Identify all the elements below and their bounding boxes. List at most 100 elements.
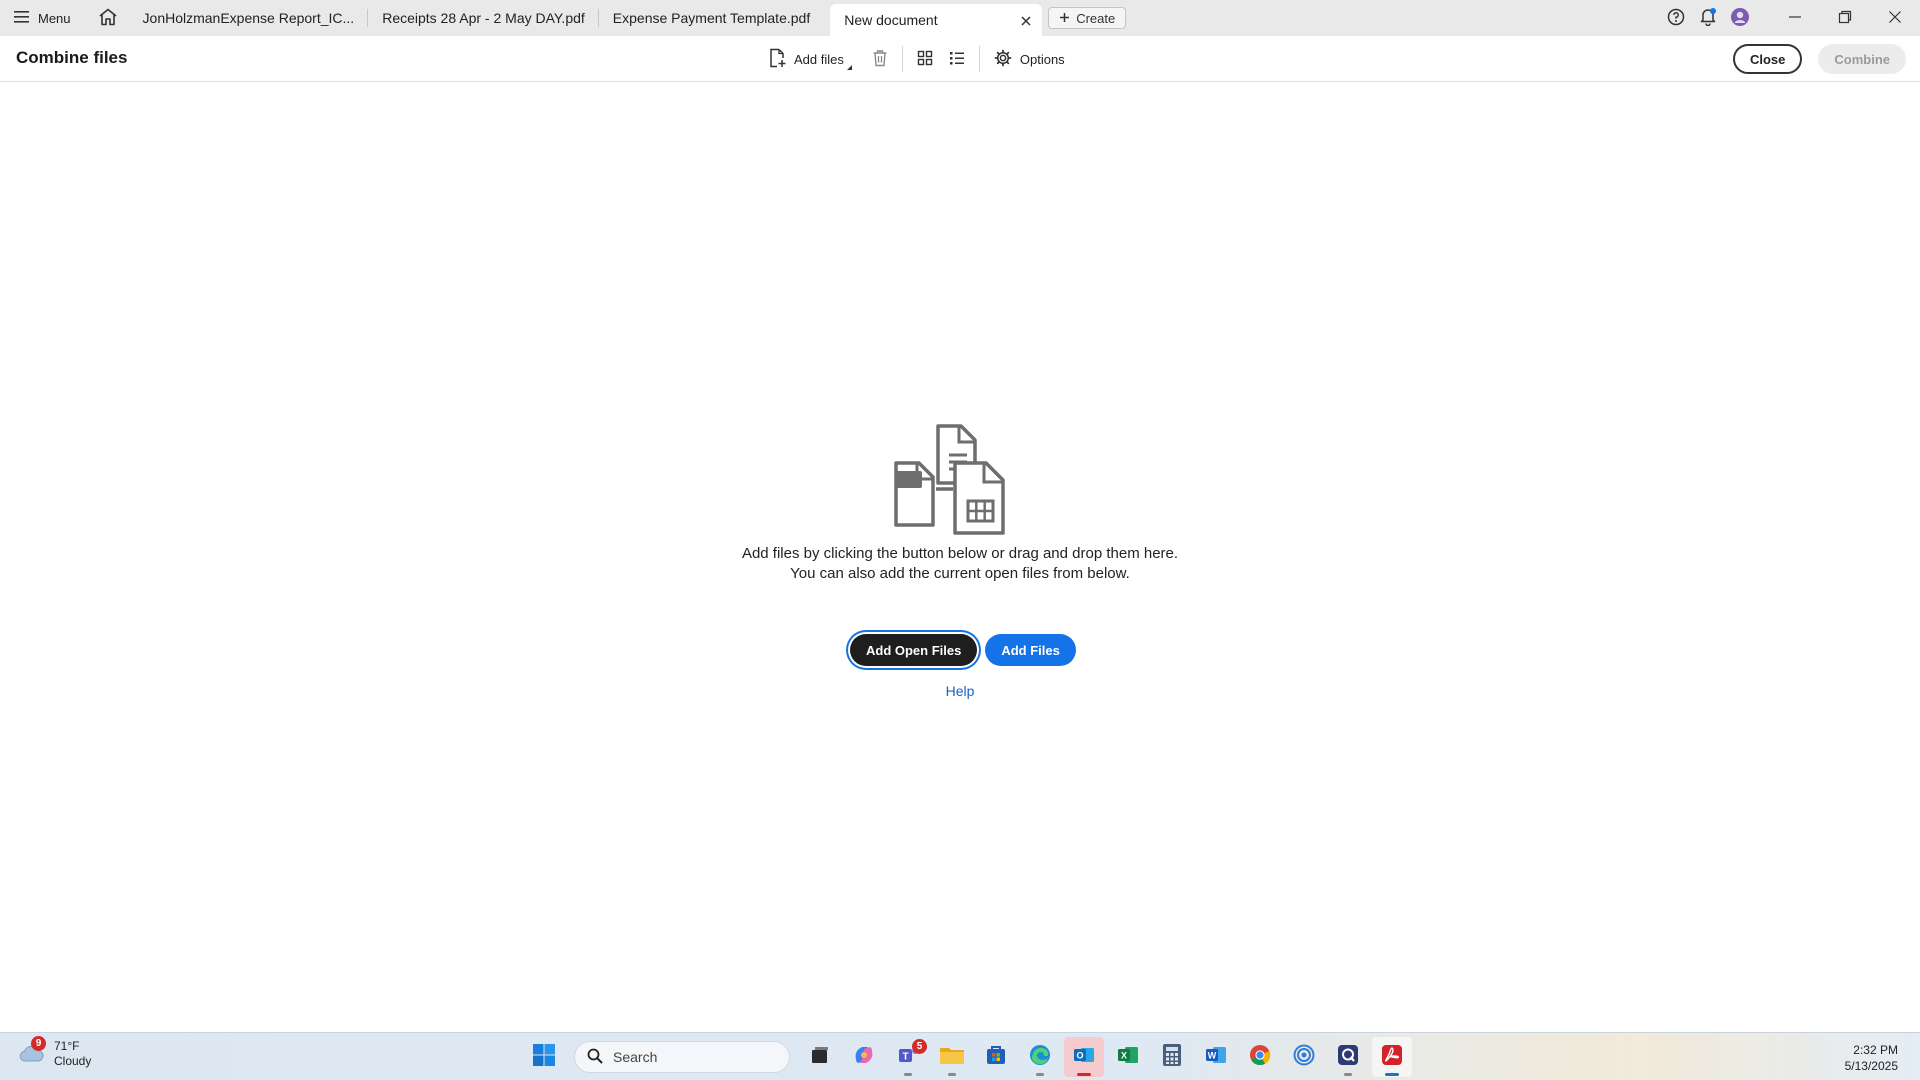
drop-zone-actions: Add Open Files Add Files	[850, 634, 1076, 666]
bell-icon	[1699, 7, 1717, 29]
menu-button[interactable]: Menu	[0, 0, 85, 36]
calculator-app[interactable]	[1152, 1037, 1192, 1077]
copilot-app[interactable]	[844, 1037, 884, 1077]
running-indicator	[948, 1073, 956, 1076]
add-files-button[interactable]: Add Files	[985, 634, 1076, 666]
edge-app[interactable]	[1020, 1037, 1060, 1077]
running-indicator	[1036, 1073, 1044, 1076]
home-icon	[98, 8, 118, 29]
minimize-button[interactable]	[1770, 0, 1820, 36]
windows-taskbar: 9 71°F Cloudy Search T 5 O X W 2:32 PM 5…	[0, 1032, 1920, 1080]
restore-icon	[1838, 10, 1852, 27]
hamburger-icon	[14, 10, 30, 27]
search-placeholder: Search	[613, 1049, 658, 1065]
window-close-button[interactable]	[1870, 0, 1920, 36]
running-indicator	[904, 1073, 912, 1076]
add-open-files-button[interactable]: Add Open Files	[850, 634, 978, 666]
tab-expense-report[interactable]: JonHolzmanExpense Report_IC...	[131, 0, 369, 36]
close-icon[interactable]	[1020, 14, 1032, 26]
task-view-icon	[809, 1044, 831, 1071]
cloud-icon: 9	[16, 1036, 46, 1069]
calculator-icon	[1162, 1043, 1182, 1072]
tool-center-group: Add files Options	[760, 36, 1073, 82]
home-button[interactable]	[85, 0, 131, 36]
help-link[interactable]: Help	[946, 683, 975, 699]
outlook-icon: O	[1072, 1043, 1096, 1072]
notifications-button[interactable]	[1692, 0, 1724, 36]
start-button[interactable]	[524, 1037, 564, 1077]
help-circle-icon	[1667, 8, 1685, 29]
clock-date: 5/13/2025	[1844, 1059, 1898, 1073]
grid-view-button[interactable]	[909, 43, 941, 75]
toolbar-divider	[901, 46, 903, 72]
folder-icon	[939, 1044, 965, 1071]
options-label: Options	[1019, 51, 1065, 67]
running-indicator	[1344, 1073, 1352, 1076]
acrobat-app[interactable]	[1372, 1037, 1412, 1077]
chrome-icon	[1248, 1043, 1272, 1072]
tab-bar: Menu JonHolzmanExpense Report_IC... Rece…	[0, 0, 1920, 36]
add-files-tool-button[interactable]: Add files	[760, 43, 852, 75]
temperature: 71°F	[54, 1039, 80, 1053]
store-icon	[984, 1043, 1008, 1072]
tab-new-document[interactable]: New document	[830, 4, 1043, 36]
drop-zone[interactable]: Add files by clicking the button below o…	[0, 83, 1920, 1032]
page-title: Combine files	[16, 48, 128, 67]
tab-expense-payment-template[interactable]: Expense Payment Template.pdf	[599, 0, 830, 36]
menu-label: Menu	[38, 10, 71, 26]
instruction-line-2: You can also add the current open files …	[790, 565, 1130, 582]
clock-time: 2:32 PM	[1853, 1043, 1898, 1057]
help-button[interactable]	[1660, 0, 1692, 36]
file-explorer-app[interactable]	[932, 1037, 972, 1077]
system-clock[interactable]: 2:32 PM 5/13/2025	[1845, 1042, 1898, 1074]
outlook-app[interactable]: O	[1064, 1037, 1104, 1077]
weather-badge: 9	[31, 1036, 46, 1051]
svg-text:X: X	[1121, 1050, 1127, 1060]
chrome-app[interactable]	[1240, 1037, 1280, 1077]
tab-receipts[interactable]: Receipts 28 Apr - 2 May DAY.pdf	[368, 0, 599, 36]
gear-icon	[994, 49, 1012, 70]
quicktime-app[interactable]	[1328, 1037, 1368, 1077]
delete-button[interactable]	[864, 43, 896, 75]
create-button[interactable]: Create	[1048, 7, 1127, 29]
list-view-button[interactable]	[941, 43, 973, 75]
toolbar-divider	[978, 46, 980, 72]
weather-widget[interactable]: 9 71°F Cloudy	[16, 1036, 92, 1069]
instruction-line-1: Add files by clicking the button below o…	[741, 545, 1179, 562]
create-label: Create	[1076, 10, 1116, 26]
word-app[interactable]: W	[1196, 1037, 1236, 1077]
close-button[interactable]: Close	[1732, 44, 1803, 74]
q-icon	[1336, 1043, 1360, 1072]
combine-toolbar: Combine files Add files Options Close Co…	[0, 36, 1920, 82]
spiral-app[interactable]	[1284, 1037, 1324, 1077]
taskbar-search[interactable]: Search	[574, 1041, 790, 1073]
store-app[interactable]	[976, 1037, 1016, 1077]
options-button[interactable]: Options	[986, 43, 1073, 75]
edge-icon	[1028, 1043, 1052, 1072]
teams-app[interactable]: T 5	[888, 1037, 928, 1077]
task-view-button[interactable]	[800, 1037, 840, 1077]
profile-button[interactable]	[1724, 0, 1756, 36]
excel-app[interactable]: X	[1108, 1037, 1148, 1077]
trash-icon	[872, 49, 888, 70]
windows-start-icon	[532, 1043, 556, 1072]
avatar-icon	[1730, 7, 1750, 30]
dropdown-triangle-icon	[846, 65, 852, 70]
help-link-container: Help	[0, 683, 1920, 699]
search-icon	[587, 1048, 603, 1067]
svg-text:W: W	[1208, 1050, 1217, 1060]
tabbar-right	[1660, 0, 1920, 36]
excel-icon: X	[1116, 1043, 1140, 1072]
combine-files-illustration	[893, 423, 1029, 540]
combine-button[interactable]: Combine	[1818, 44, 1906, 74]
svg-text:O: O	[1076, 1050, 1083, 1060]
tab-label: Expense Payment Template.pdf	[612, 10, 811, 26]
teams-badge: 5	[912, 1039, 927, 1054]
running-indicator	[1385, 1073, 1399, 1076]
restore-button[interactable]	[1820, 0, 1870, 36]
tab-label: Receipts 28 Apr - 2 May DAY.pdf	[382, 10, 585, 26]
spiral-icon	[1292, 1043, 1316, 1072]
minimize-icon	[1788, 10, 1802, 27]
weather-condition: Cloudy	[54, 1054, 92, 1068]
acrobat-icon	[1380, 1043, 1404, 1072]
